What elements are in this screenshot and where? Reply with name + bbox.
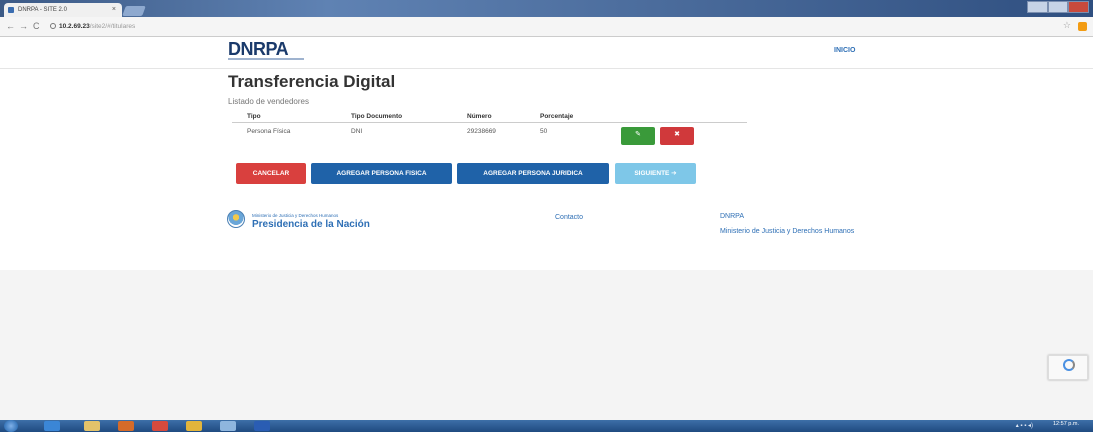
favicon-icon xyxy=(8,7,14,13)
media-taskbar-icon[interactable] xyxy=(118,421,134,431)
cell-tipo: Persona Física xyxy=(247,128,291,135)
delete-row-button[interactable]: ✖ xyxy=(660,127,694,145)
footer-ministerio-small: Ministerio de Justicia y Derechos Humano… xyxy=(252,213,339,218)
info-icon xyxy=(50,23,56,30)
url-field[interactable]: 10.2.69.23/site2/#/titulares xyxy=(50,20,1050,33)
maximize-button[interactable] xyxy=(1047,1,1069,13)
explorer-taskbar-icon[interactable] xyxy=(84,421,100,431)
site-header: DNRPA INICIO xyxy=(0,37,1093,69)
window-close-button[interactable] xyxy=(1068,1,1090,13)
taskbar-clock[interactable]: 12:57 p.m. xyxy=(1053,421,1079,427)
footer-ministerio-link[interactable]: Ministerio de Justicia y Derechos Humano… xyxy=(720,228,880,237)
edit-row-button[interactable]: ✎ xyxy=(621,127,655,145)
table-header: Tipo Tipo Documento Número Porcentaje xyxy=(232,111,747,123)
add-persona-juridica-button[interactable]: AGREGAR PERSONA JURIDICA xyxy=(457,163,609,184)
folder-taskbar-icon[interactable] xyxy=(186,421,202,431)
browser-titlebar: DNRPA - SITE 2.0 × xyxy=(0,0,1093,17)
reload-icon[interactable]: C xyxy=(33,21,40,31)
word-taskbar-icon[interactable] xyxy=(254,421,270,431)
browser-tab[interactable]: DNRPA - SITE 2.0 × xyxy=(4,3,122,17)
recaptcha-badge[interactable] xyxy=(1048,355,1088,380)
page-title: Transferencia Digital xyxy=(228,72,396,91)
cancel-button[interactable]: CANCELAR xyxy=(236,163,306,184)
col-header-tipo-documento: Tipo Documento xyxy=(351,113,403,120)
site-footer: Ministerio de Justicia y Derechos Humano… xyxy=(0,187,1093,270)
cell-porcentaje: 50 xyxy=(540,128,548,135)
bookmark-star-icon[interactable]: ☆ xyxy=(1063,20,1071,31)
cell-numero: 29238669 xyxy=(467,128,496,135)
table-row: Persona Física DNI 29238669 50 ✎ ✖ xyxy=(232,123,747,149)
forward-icon[interactable]: → xyxy=(19,21,28,31)
argentina-emblem-icon xyxy=(227,210,245,228)
system-tray[interactable]: ▴ ▪ ▪ ◂) xyxy=(1016,422,1033,429)
chrome-taskbar-icon[interactable] xyxy=(152,421,168,431)
next-button[interactable]: SIGUIENTE ➔ xyxy=(615,163,696,184)
nav-inicio-link[interactable]: INICIO xyxy=(834,47,855,54)
recaptcha-icon xyxy=(1063,359,1075,371)
col-header-tipo: Tipo xyxy=(247,113,261,120)
col-header-porcentaje: Porcentaje xyxy=(540,113,574,120)
extension-icon[interactable] xyxy=(1078,22,1087,31)
window-controls xyxy=(1027,1,1090,13)
footer-presidencia-link[interactable]: Presidencia de la Nación xyxy=(252,219,370,230)
vendedores-table: Tipo Tipo Documento Número Porcentaje Pe… xyxy=(232,111,747,149)
os-taskbar: ▴ ▪ ▪ ◂) 12:57 p.m. xyxy=(0,420,1093,432)
footer-dnrpa-link[interactable]: DNRPA xyxy=(720,213,744,220)
back-icon[interactable]: ← xyxy=(6,21,15,31)
tab-title: DNRPA - SITE 2.0 xyxy=(18,7,67,13)
section-subtitle: Listado de vendedores xyxy=(228,97,309,106)
logo-tagline xyxy=(228,58,304,60)
delete-icon: ✖ xyxy=(674,131,680,138)
edit-icon: ✎ xyxy=(635,131,641,138)
url-host: 10.2.69.23 xyxy=(59,23,90,30)
start-button-icon[interactable] xyxy=(4,420,18,432)
tab-close-icon[interactable]: × xyxy=(112,3,116,17)
cell-tipo-documento: DNI xyxy=(351,128,363,135)
address-bar: ← → C 10.2.69.23/site2/#/titulares ☆ xyxy=(0,17,1093,37)
ie-taskbar-icon[interactable] xyxy=(44,421,60,431)
minimize-button[interactable] xyxy=(1027,1,1048,13)
app-taskbar-icon[interactable] xyxy=(220,421,236,431)
add-persona-fisica-button[interactable]: AGREGAR PERSONA FISICA xyxy=(311,163,452,184)
col-header-numero: Número xyxy=(467,113,492,120)
dnrpa-logo[interactable]: DNRPA xyxy=(228,39,289,60)
footer-contacto-link[interactable]: Contacto xyxy=(555,214,583,221)
url-path: /site2/#/titulares xyxy=(89,23,136,30)
new-tab-button[interactable] xyxy=(122,6,146,16)
page: DNRPA INICIO Transferencia Digital Lista… xyxy=(0,37,1093,420)
